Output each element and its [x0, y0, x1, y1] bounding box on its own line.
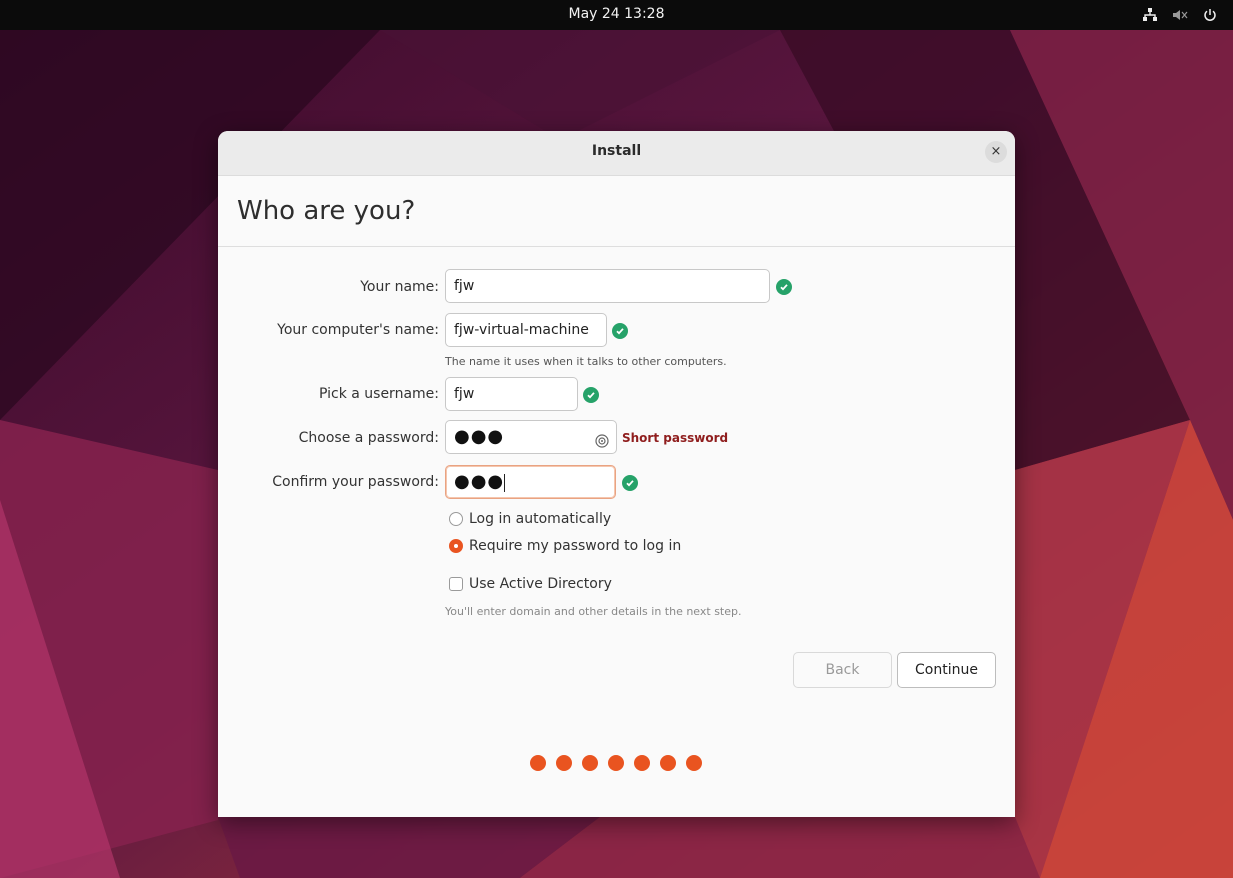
login-auto-radio[interactable] — [449, 512, 463, 526]
password-field[interactable]: ●●● — [445, 420, 617, 454]
show-password-icon[interactable] — [594, 429, 610, 448]
progress-dot — [556, 755, 572, 771]
progress-dot — [660, 755, 676, 771]
confirm-password-field[interactable]: ●●● — [445, 465, 616, 499]
password-value: ●●● — [454, 426, 505, 447]
title-bar[interactable]: Install × — [218, 131, 1015, 176]
progress-dot — [582, 755, 598, 771]
username-label: Pick a username: — [318, 386, 439, 402]
username-valid-check-icon — [583, 387, 599, 403]
active-directory-hint: You'll enter domain and other details in… — [445, 605, 742, 618]
login-auto-label: Log in automatically — [469, 511, 612, 527]
active-directory-option[interactable]: Use Active Directory — [449, 576, 612, 592]
computer-name-field[interactable]: fjw-virtual-machine — [445, 313, 607, 347]
window-title: Install — [591, 143, 642, 159]
active-directory-checkbox[interactable] — [449, 577, 463, 591]
login-require-option[interactable]: Require my password to log in — [449, 538, 681, 554]
top-bar: May 24 13:28 — [0, 0, 1233, 30]
network-icon[interactable] — [1141, 6, 1159, 24]
password-strength-warning: Short password — [622, 431, 729, 445]
installer-window: Install × Who are you? Your name: fjw Yo… — [218, 131, 1015, 817]
login-require-radio[interactable] — [449, 539, 463, 553]
page-title: Who are you? — [237, 196, 416, 226]
computer-name-label: Your computer's name: — [277, 322, 439, 338]
volume-muted-icon[interactable] — [1171, 6, 1189, 24]
username-field[interactable]: fjw — [445, 377, 578, 411]
text-cursor — [504, 474, 506, 492]
login-auto-option[interactable]: Log in automatically — [449, 511, 611, 527]
power-icon[interactable] — [1201, 6, 1219, 24]
continue-button[interactable]: Continue — [897, 652, 996, 688]
active-directory-label: Use Active Directory — [469, 576, 612, 592]
clock[interactable]: May 24 13:28 — [0, 6, 1233, 22]
back-button[interactable]: Back — [793, 652, 892, 688]
install-progress-dots — [530, 755, 702, 771]
progress-dot — [608, 755, 624, 771]
confirm-password-label: Confirm your password: — [272, 474, 439, 490]
progress-dot — [686, 755, 702, 771]
system-tray[interactable] — [1141, 6, 1219, 24]
name-valid-check-icon — [776, 279, 792, 295]
login-require-label: Require my password to log in — [469, 538, 682, 554]
password-label: Choose a password: — [298, 430, 439, 446]
computer-name-hint: The name it uses when it talks to other … — [445, 355, 727, 368]
confirm-password-valid-check-icon — [622, 475, 638, 491]
computer-name-valid-check-icon — [612, 323, 628, 339]
name-field[interactable]: fjw — [445, 269, 770, 303]
progress-dot — [530, 755, 546, 771]
confirm-password-value: ●●● — [454, 471, 505, 492]
page-header: Who are you? — [218, 176, 1015, 247]
close-button[interactable]: × — [985, 141, 1007, 163]
progress-dot — [634, 755, 650, 771]
name-label: Your name: — [360, 279, 439, 295]
